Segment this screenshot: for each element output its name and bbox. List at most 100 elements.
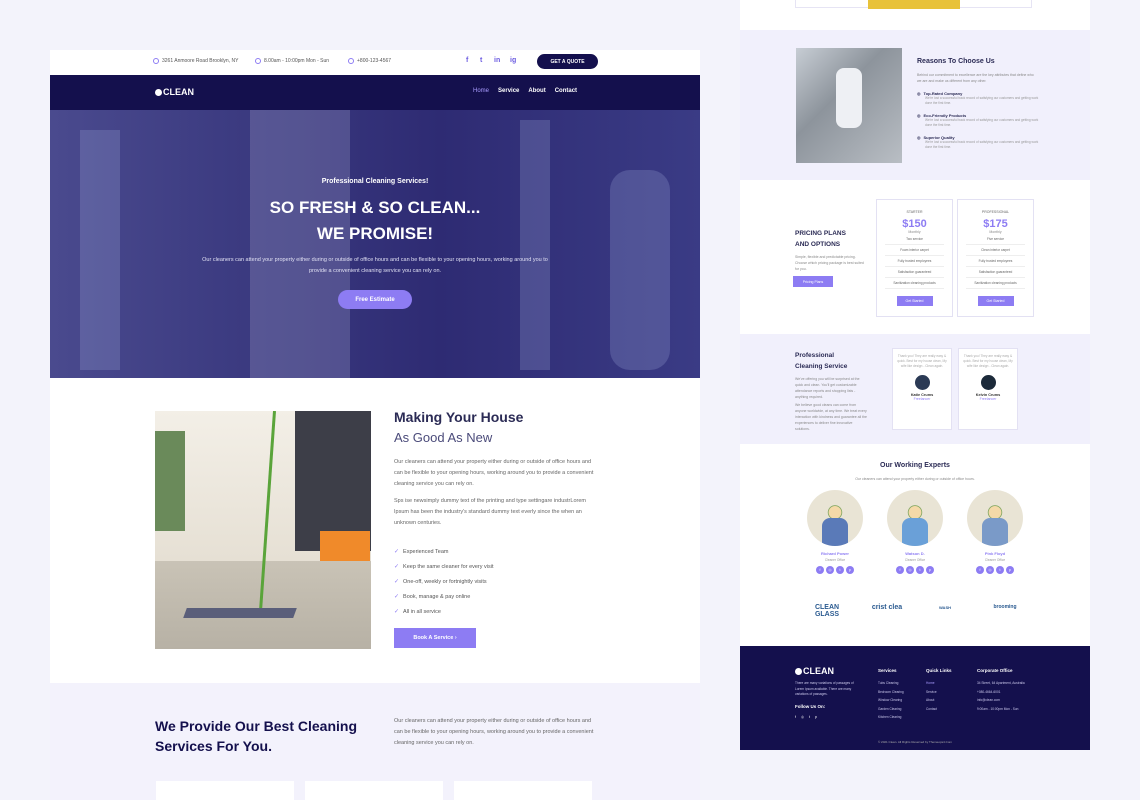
footer-about: CLEAN There are many variations of passa… [795,666,857,719]
footer-logo[interactable]: CLEAN [795,666,857,676]
nav-contact[interactable]: Contact [555,88,577,94]
pinterest-icon[interactable]: p [846,566,854,574]
footer-link[interactable]: Bedroom Clearing [878,688,904,697]
list-item-label: Book, manage & pay online [403,593,471,600]
plan-feature: Clean interior carpet [966,245,1025,256]
facebook-icon[interactable]: f [466,57,468,64]
twitter-icon[interactable]: t [809,715,810,719]
plan-price: $150 [902,218,927,230]
list-item: ✓ All in all service [394,604,494,619]
brand-logo: crist clea [871,604,903,611]
footer-link[interactable]: Service [926,688,952,697]
get-quote-button[interactable]: GET A QUOTE [537,54,598,69]
hero-title-line1: SO FRESH & SO CLEAN... [269,198,481,217]
footer-link[interactable]: About [926,696,952,705]
footer-logo-text: CLEAN [803,666,834,676]
twitter-icon[interactable]: t [916,566,924,574]
reasons-image [796,48,902,163]
book-service-button[interactable]: Book A Service › [394,628,476,648]
hours-text: 8.00am - 10:00pm Mon - Sun [264,58,330,64]
expert-role: Cleaner Office [984,558,1006,562]
expert-name: Pink Floyd [984,551,1006,556]
get-started-button[interactable]: Get Started [896,296,933,306]
pricing-plans-button[interactable]: Pricing Plans [793,276,833,287]
pinterest-icon[interactable]: p [815,715,817,719]
twitter-icon[interactable]: t [996,566,1004,574]
footer-link[interactable]: Garden Clearing [878,705,904,714]
facebook-icon[interactable]: f [816,566,824,574]
linkedin-icon[interactable]: in [494,57,500,64]
nav-about[interactable]: About [528,88,545,94]
hours-info: 8.00am - 10:00pm Mon - Sun [255,58,329,64]
hero-section: Professional Cleaning Services! SO FRESH… [50,110,700,378]
list-item-label: All in all service [403,608,441,615]
nav-links: Home Service About Contact [473,88,577,94]
instagram-icon[interactable]: ig [510,57,516,64]
office-hours: 9:00am - 10:00pm Mon - Sun [977,706,1019,711]
avatar [980,375,996,390]
pinterest-icon[interactable]: p [1006,566,1014,574]
list-item: ✓ Experienced Team [394,544,494,559]
list-item: ✓ One-off, weekly or fortnightly visits [394,574,494,589]
top-stub [740,0,1090,30]
testimonials-p2: We believe good cleans can come from any… [795,403,867,431]
facebook-icon[interactable]: f [896,566,904,574]
brand-logo: CLEAN GLASS [814,604,840,618]
reasons-intro: Behind our commitment to excellence are … [917,73,1034,83]
reason-item: ◎ Superior Quality We're lost a successfu… [917,135,1045,150]
get-started-button[interactable]: Get Started [977,296,1014,306]
copyright: © 2021 Clean. All Rights Reserved by The… [877,740,953,744]
service-card[interactable] [305,781,443,800]
footer-link[interactable]: Tubs Cleaning [878,679,904,688]
instagram-icon[interactable]: ◎ [986,566,994,574]
footer-link[interactable]: Window Clearing [878,696,904,705]
footer-link[interactable]: Home [926,679,952,688]
facebook-icon[interactable]: f [795,715,796,719]
expert-card: Watson D. Cleaner Office f ◎ t p [886,490,944,574]
logo[interactable]: CLEAN [155,87,194,97]
hero-bg-worker [250,110,350,378]
pinterest-icon[interactable]: p [926,566,934,574]
footer-link[interactable]: Contact [926,705,952,714]
plan-feature: Five service [966,234,1025,245]
experts-title: Our Working Experts [880,462,950,469]
footer-quick-title: Quick Links [926,668,952,673]
pricing-title-line2: AND OPTIONS [795,241,841,248]
instagram-icon[interactable]: ◎ [826,566,834,574]
logo-icon [155,88,162,96]
instagram-icon[interactable]: ◎ [906,566,914,574]
hero-subtitle: Professional Cleaning Services! [321,178,429,185]
testimonial-card: Thank you! They are really easy & quick.… [958,348,1018,430]
testimonials-title-line1: Professional [795,352,835,359]
reason-desc: We're lost a successful track record of … [925,118,1039,127]
list-item: ✓ Keep the same cleaner for every visit [394,559,494,574]
service-card[interactable] [156,781,294,800]
inner-page-preview: Reasons To Choose Us Behind our commitme… [740,0,1090,750]
services-section: We Provide Our Best Cleaning Services Fo… [50,683,700,800]
phone-info: +800-123-4567 [348,58,391,64]
footer-office-title: Corporate Office [977,668,1013,673]
testimonial-card: Thank you! They are really easy & quick.… [892,348,952,430]
plan-feature: Foam interior carpet [885,245,944,256]
twitter-icon[interactable]: t [836,566,844,574]
plan-feature: Fully trusted employees [885,256,944,267]
expert-card: Pink Floyd Cleaner Office f ◎ t p [966,490,1024,574]
plan-label: STARTER [906,210,923,214]
testimonials-title-line2: Cleaning Service [795,363,848,370]
service-card[interactable] [454,781,592,800]
hero-title-line2: WE PROMISE! [316,224,434,243]
twitter-icon[interactable]: t [480,57,482,64]
services-title: We Provide Our Best Cleaning Services Fo… [155,718,358,754]
footer-link[interactable]: Kitchen Clearing [878,713,904,722]
star-icon: ◎ [917,135,921,140]
plan-feature: Two service [885,234,944,245]
facebook-icon[interactable]: f [976,566,984,574]
expert-name: Watson D. [905,551,925,556]
check-icon: ✓ [394,564,400,570]
nav-service[interactable]: Service [498,88,519,94]
about-title-line1: Making Your House [394,409,524,425]
plan-feature: Satisfaction guaranteed [966,267,1025,278]
nav-home[interactable]: Home [473,88,489,94]
instagram-icon[interactable]: ◎ [801,715,804,719]
free-estimate-button[interactable]: Free Estimate [338,290,412,309]
